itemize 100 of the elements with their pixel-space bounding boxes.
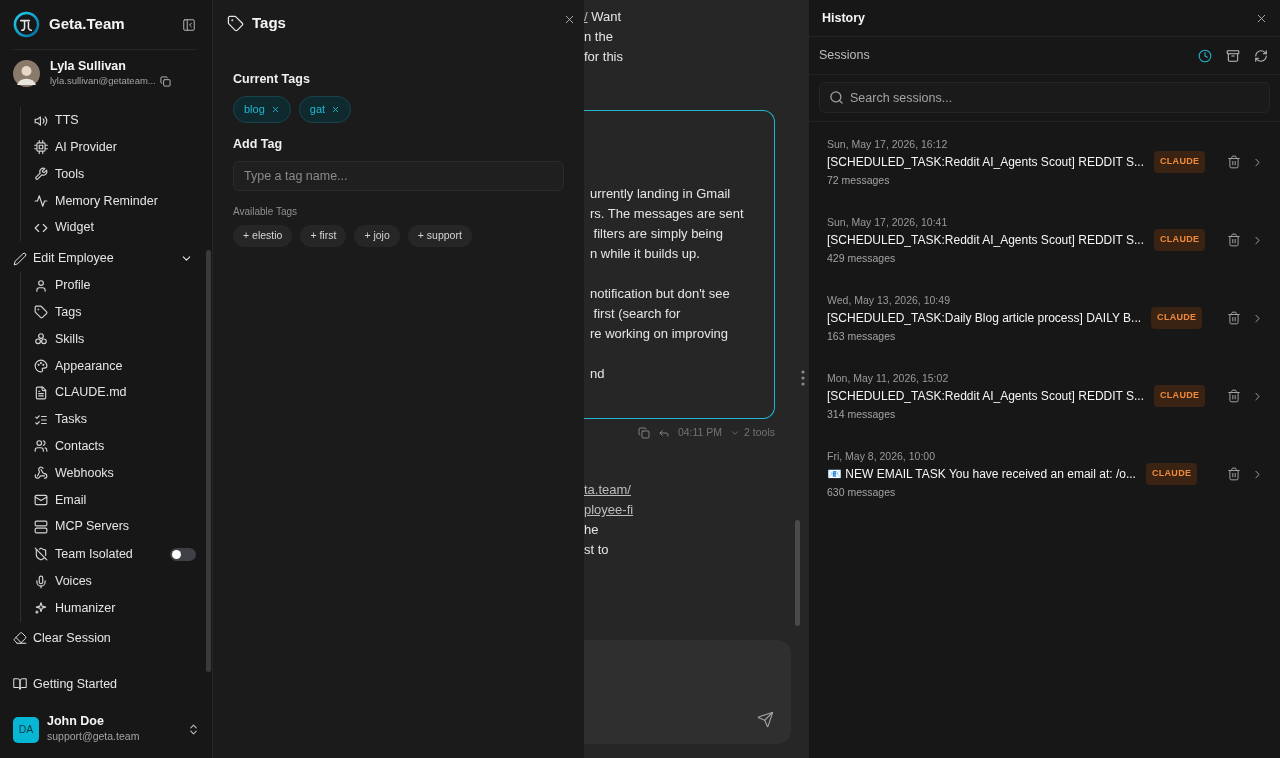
sidebar-item[interactable]: TTS (34, 107, 194, 135)
sidebar-item[interactable]: Memory Reminder (34, 187, 194, 215)
delete-button[interactable] (1227, 155, 1241, 169)
scrollbar[interactable] (795, 520, 800, 626)
logo-icon (13, 11, 40, 38)
text-fragment: he (584, 522, 599, 537)
sidebar-item[interactable]: Tools (34, 160, 194, 188)
sidebar-item[interactable]: Skills (34, 325, 194, 353)
user-email: support@geta.team (47, 729, 140, 745)
refresh-button[interactable] (1254, 48, 1268, 63)
book-icon (13, 677, 27, 692)
delete-button[interactable] (1227, 311, 1241, 325)
message-count: 429 messages (827, 251, 897, 265)
section-header[interactable]: Edit Employee (13, 245, 193, 273)
sidebar-item[interactable]: Humanizer (34, 595, 194, 622)
message-count: 72 messages (827, 173, 891, 187)
wrench-icon (34, 167, 48, 182)
user-name: John Doe (47, 714, 105, 730)
text-fragment: nd (590, 365, 606, 383)
session-title[interactable]: 📧 NEW EMAIL TASK You have received an email at: /o... (827, 463, 1136, 485)
add-tag-button[interactable]: + elestio (233, 224, 293, 247)
text-fragment: n the (584, 29, 613, 44)
resize-handle[interactable] (801, 370, 805, 386)
tag-input-field[interactable]: Type a tag name... (233, 160, 564, 191)
session-title[interactable]: [SCHEDULED_TASK:Daily Blog article process] DAILY B... (827, 307, 1142, 329)
chevron-icon (730, 428, 741, 438)
delete-button[interactable] (1227, 233, 1241, 247)
message-count: 630 messages (827, 485, 897, 499)
message-count: 314 messages (827, 407, 897, 421)
copy-button[interactable] (637, 427, 650, 439)
sidebar-item[interactable]: CLAUDE.md (34, 379, 194, 407)
search-icon (829, 90, 844, 105)
checklist-icon (34, 412, 48, 427)
session-title[interactable]: [SCHEDULED_TASK:Reddit AI_Agents Scout] REDDIT S... (827, 151, 1144, 173)
model-label: CLAUDE (1151, 307, 1203, 329)
text-fragment: first (search for (592, 305, 682, 323)
session-date: Sun, May 17, 2026, 10:41 (827, 215, 949, 229)
send-button[interactable] (757, 711, 774, 728)
copy-button[interactable] (159, 75, 171, 87)
message-input[interactable] (584, 640, 791, 744)
add-tag-button[interactable]: + first (300, 224, 347, 247)
sidebar-item[interactable]: Contacts (34, 433, 194, 460)
search-field[interactable]: Search sessions... (819, 82, 1270, 113)
archived-sessions-tab[interactable] (1226, 48, 1240, 63)
panel-title: Tags (252, 12, 286, 33)
panel-title: History (822, 9, 866, 27)
account-menu-button[interactable] (187, 723, 200, 737)
sidebar-item[interactable]: Email (34, 486, 194, 514)
sidebar-item[interactable]: Profile (34, 272, 194, 300)
eraser-icon (13, 631, 27, 646)
sidebar-item[interactable]: Widget (34, 214, 194, 242)
speaker-icon (34, 113, 48, 128)
shield-off-icon (34, 547, 48, 562)
link[interactable]: ta.team/ (584, 482, 631, 497)
remove-tag-button[interactable] (331, 104, 341, 114)
text-fragment: re working on improving (590, 325, 729, 343)
link[interactable]: / (584, 9, 588, 24)
palette-icon (34, 359, 48, 373)
model-label: CLAUDE (1145, 463, 1198, 485)
getting-started-link[interactable]: Getting Started (13, 670, 193, 698)
sidebar-item[interactable]: Voices (34, 568, 194, 595)
delete-button[interactable] (1227, 467, 1241, 481)
section-label: Available Tags (233, 204, 299, 219)
envelope-icon (34, 493, 48, 507)
session-title[interactable]: [SCHEDULED_TASK:Reddit AI_Agents Scout] REDDIT S... (827, 229, 1144, 251)
sidebar-item[interactable]: AI Provider (34, 134, 194, 161)
tag-chip: blog (233, 95, 291, 123)
pulse-icon (34, 194, 48, 209)
avatar (13, 60, 40, 88)
session-title[interactable]: [SCHEDULED_TASK:Reddit AI_Agents Scout] REDDIT S... (827, 385, 1144, 407)
add-tag-button[interactable]: + support (407, 224, 472, 247)
brand-name: Geta.Team (49, 14, 125, 35)
scrollbar[interactable] (206, 250, 211, 672)
delete-button[interactable] (1227, 389, 1241, 403)
collapse-sidebar-button[interactable] (182, 17, 196, 32)
section-label: Add Tag (233, 135, 284, 153)
text-fragment: n while it builds up. (590, 245, 701, 263)
add-tag-button[interactable]: + jojo (354, 224, 400, 247)
microphone-icon (34, 574, 48, 589)
sidebar-item[interactable]: MCP Servers (34, 513, 194, 541)
model-label: CLAUDE (1154, 151, 1206, 173)
server-icon (34, 519, 48, 534)
session-date: Mon, May 11, 2026, 15:02 (827, 371, 950, 385)
user-avatar: DA (13, 716, 39, 743)
sidebar-item[interactable]: Tasks (34, 406, 194, 433)
sidebar-item[interactable]: Appearance (34, 352, 194, 380)
tag-chip: gat (298, 95, 352, 123)
sidebar-item[interactable]: Team Isolated (34, 540, 133, 568)
text-fragment: st to (584, 542, 609, 557)
model-label: CLAUDE (1154, 385, 1206, 407)
recent-sessions-tab[interactable] (1198, 48, 1212, 63)
clear-session-button[interactable]: Clear Session (13, 624, 193, 652)
toggle-switch[interactable] (170, 547, 196, 561)
link[interactable]: ployee-fi (584, 502, 634, 517)
reply-button[interactable] (657, 427, 670, 439)
text-fragment: urrently landing in Gmail (590, 185, 732, 203)
remove-tag-button[interactable] (270, 104, 280, 114)
session-date: Wed, May 13, 2026, 10:49 (827, 293, 951, 307)
sidebar-item[interactable]: Tags (34, 299, 194, 326)
sidebar-item[interactable]: Webhooks (34, 459, 194, 487)
